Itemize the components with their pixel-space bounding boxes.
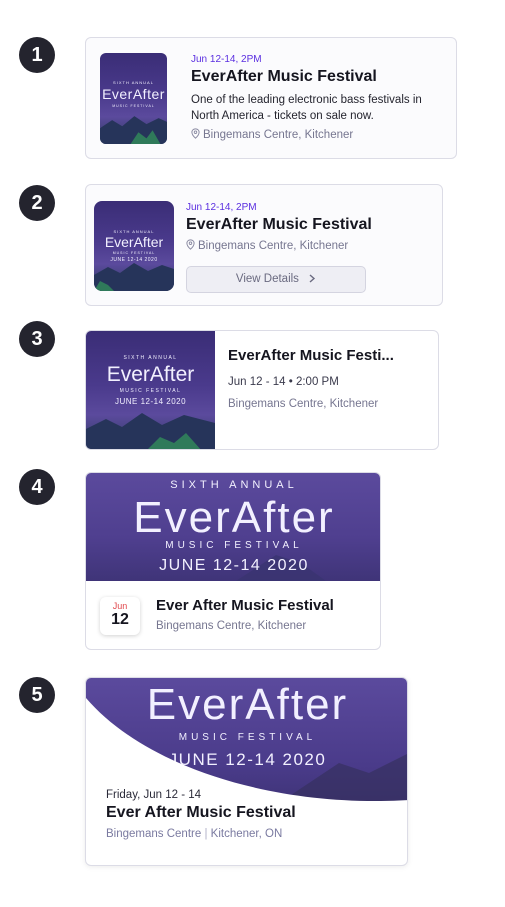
poster-dates: JUNE 12-14 2020 — [159, 557, 309, 574]
poster-brand: EverAfter — [133, 493, 335, 542]
curved-overlay — [86, 698, 407, 803]
event-title[interactable]: Ever After Music Festival — [156, 597, 334, 614]
chevron-right-icon — [309, 274, 316, 283]
card-number-badge: 1 — [19, 37, 55, 73]
view-details-label: View Details — [235, 273, 299, 285]
poster-annual: SIXTH ANNUAL — [113, 80, 154, 85]
event-poster-thumbnail: SIXTH ANNUAL EverAfter MUSIC FESTIVAL JU… — [94, 201, 174, 291]
location-text: Bingemans Centre, Kitchener — [203, 129, 354, 141]
event-banner-image: SIXTH ANNUAL EverAfter MUSIC FESTIVAL JU… — [86, 473, 380, 581]
event-location: Bingemans Centre, Kitchener — [191, 128, 353, 141]
poster-annual: SIXTH ANNUAL — [123, 355, 178, 361]
poster-annual: SIXTH ANNUAL — [170, 479, 298, 491]
poster-dates: JUNE 12-14 2020 — [110, 257, 158, 263]
card-number-badge: 5 — [19, 677, 55, 713]
poster-tagline: MUSIC FESTIVAL — [112, 251, 156, 255]
event-date: Jun 12-14, 2PM — [186, 202, 257, 213]
event-datetime: Jun 12 - 14 • 2:00 PM — [228, 376, 339, 388]
poster-tagline: MUSIC FESTIVAL — [112, 104, 155, 108]
poster-tagline: MUSIC FESTIVAL — [119, 388, 182, 394]
event-title[interactable]: EverAfter Music Festi... — [228, 347, 394, 364]
event-location: Bingemans Centre, Kitchener — [186, 239, 348, 252]
card-number-badge: 4 — [19, 469, 55, 505]
event-location: Bingemans Centre, Kitchener — [156, 620, 307, 632]
date-badge-day: 12 — [111, 611, 129, 628]
event-card-5[interactable]: EverAfter MUSIC FESTIVAL JUNE 12-14 2020… — [85, 677, 408, 866]
poster-dates: JUNE 12-14 2020 — [114, 397, 187, 406]
event-location: Bingemans Centre, Kitchener — [228, 398, 379, 410]
date-badge-month: Jun — [112, 601, 128, 611]
card-number-badge: 2 — [19, 185, 55, 221]
card-number-badge: 3 — [19, 321, 55, 357]
location-pin-icon — [191, 128, 200, 139]
event-title[interactable]: Ever After Music Festival — [106, 804, 296, 822]
poster-tagline: MUSIC FESTIVAL — [165, 540, 303, 551]
event-banner-image: EverAfter MUSIC FESTIVAL JUNE 12-14 2020 — [86, 678, 407, 803]
location-pin-icon — [186, 239, 195, 250]
poster-brand: EverAfter — [102, 86, 165, 102]
event-description: One of the leading electronic bass festi… — [191, 94, 422, 122]
event-card-4[interactable]: SIXTH ANNUAL EverAfter MUSIC FESTIVAL JU… — [85, 472, 381, 650]
date-badge: Jun 12 — [100, 597, 140, 635]
event-date: Friday, Jun 12 - 14 — [106, 789, 202, 801]
location-separator: | — [204, 828, 208, 840]
location-text: Bingemans Centre, Kitchener — [198, 240, 349, 252]
event-date: Jun 12-14, 2PM — [191, 54, 262, 65]
city-text: Kitchener, ON — [210, 828, 283, 840]
event-card-3[interactable]: SIXTH ANNUAL EverAfter MUSIC FESTIVAL JU… — [85, 330, 439, 450]
poster-brand: EverAfter — [106, 363, 195, 386]
event-card-1[interactable]: SIXTH ANNUAL EverAfter MUSIC FESTIVAL Ju… — [85, 37, 457, 159]
poster-brand: EverAfter — [104, 234, 164, 250]
event-location: Bingemans Centre | Kitchener, ON — [106, 828, 282, 840]
event-card-2[interactable]: SIXTH ANNUAL EverAfter MUSIC FESTIVAL JU… — [85, 184, 443, 306]
event-title[interactable]: EverAfter Music Festival — [186, 216, 372, 234]
event-poster-thumbnail: SIXTH ANNUAL EverAfter MUSIC FESTIVAL — [100, 53, 167, 144]
venue-text: Bingemans Centre — [106, 828, 202, 840]
event-title[interactable]: EverAfter Music Festival — [191, 68, 377, 86]
event-poster-image: SIXTH ANNUAL EverAfter MUSIC FESTIVAL JU… — [86, 331, 215, 449]
view-details-button[interactable]: View Details — [186, 266, 366, 293]
